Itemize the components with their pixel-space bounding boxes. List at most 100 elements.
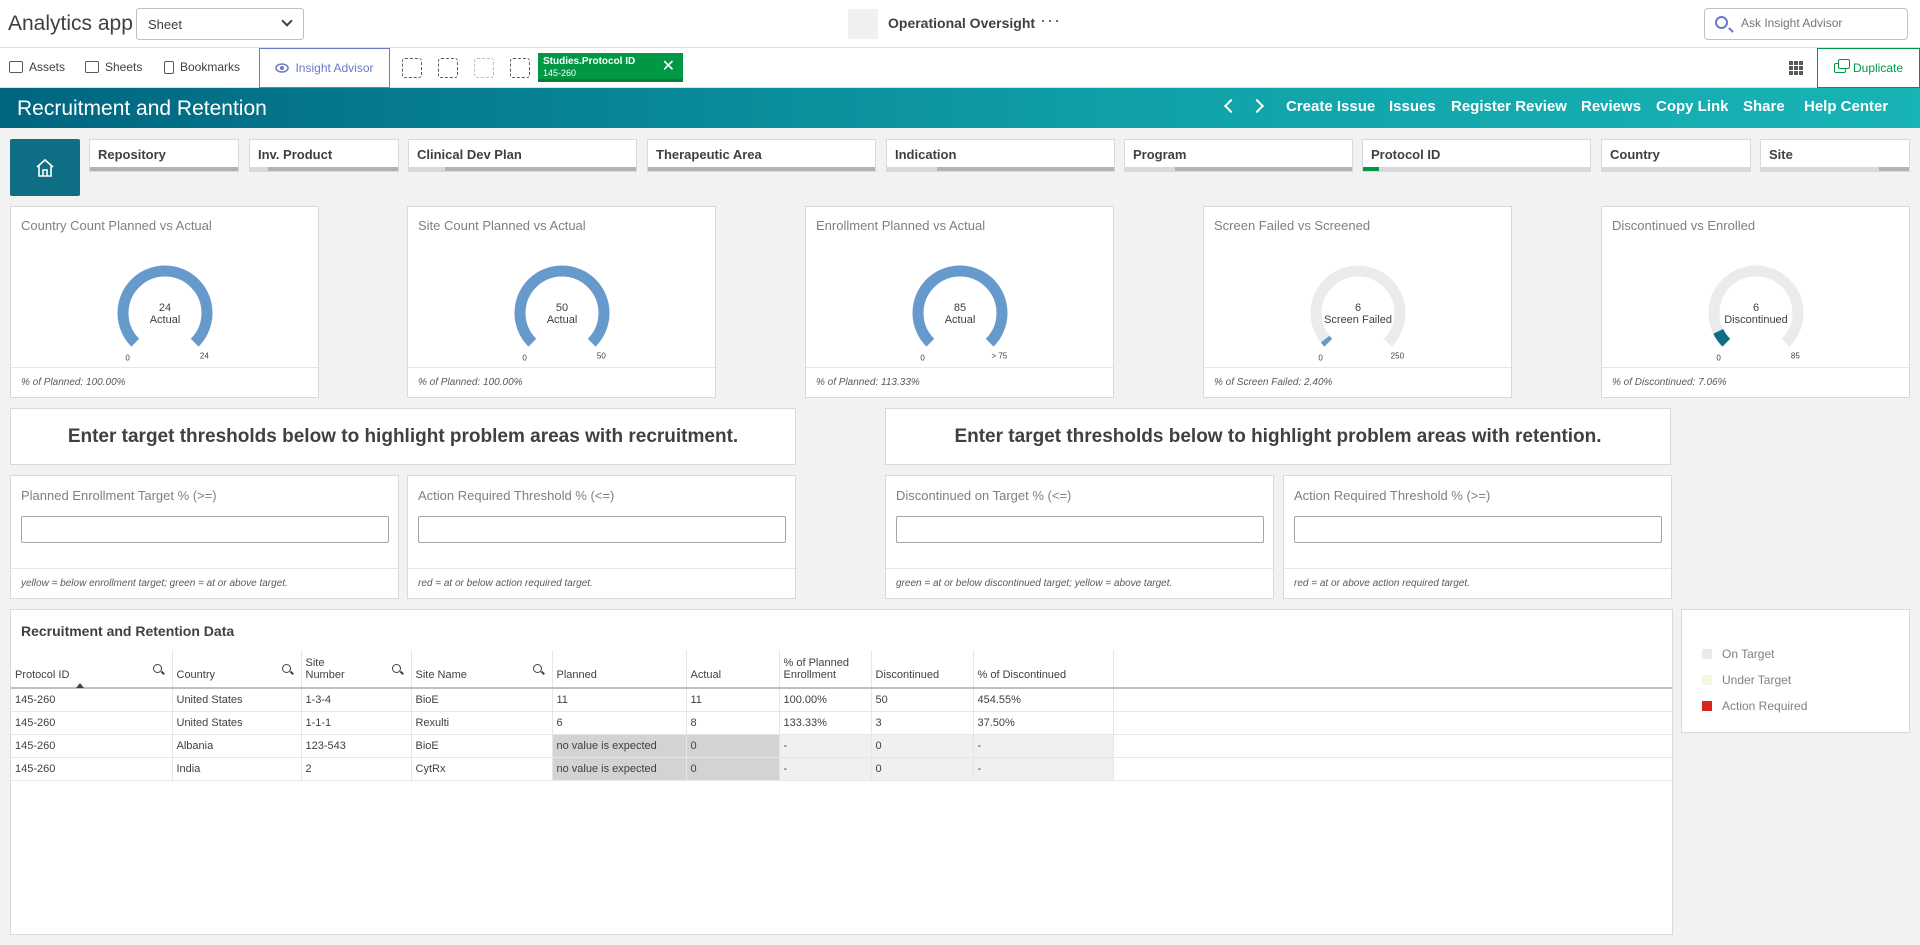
cell-protocol-id[interactable]: 145-260 (11, 711, 173, 735)
retention-action-threshold-input[interactable] (1294, 516, 1662, 543)
step-forward-icon[interactable] (474, 58, 494, 78)
cell-country[interactable]: United States (172, 711, 302, 735)
cell-spacer (1113, 757, 1672, 781)
cell-site-number[interactable]: 2 (301, 757, 412, 781)
sheets-button[interactable]: Sheets (85, 60, 142, 74)
cell-actual: 0 (686, 757, 780, 781)
cell-country[interactable]: India (172, 757, 302, 781)
search-icon[interactable] (391, 664, 401, 673)
search-icon[interactable] (281, 664, 291, 673)
filter-label: Inv. Product (258, 147, 333, 162)
table-row[interactable]: 145-260 India 2 CytRx no value is expect… (11, 757, 1672, 781)
next-sheet-icon[interactable] (1249, 98, 1265, 114)
cell-planned: no value is expected (552, 734, 687, 758)
gauge-max-label: 85 (1791, 351, 1800, 360)
bookmarks-button[interactable]: Bookmarks (164, 60, 240, 74)
sheet-select[interactable]: Sheet (136, 8, 304, 40)
issues-link[interactable]: Issues (1389, 98, 1436, 115)
share-link[interactable]: Share (1743, 98, 1785, 115)
filter-protocol-id[interactable]: Protocol ID (1362, 139, 1591, 172)
legend-swatch (1702, 701, 1712, 711)
col-country[interactable]: Country (172, 650, 302, 689)
kpi-discontinued[interactable]: Discontinued vs Enrolled 6 Discontinued 0 8… (1601, 206, 1910, 398)
close-icon[interactable]: ✕ (662, 56, 675, 76)
filter-bar (409, 167, 636, 171)
col-protocol-id[interactable]: Protocol ID (11, 650, 173, 689)
filter-clinical-dev-plan[interactable]: Clinical Dev Plan (408, 139, 637, 172)
insight-search-input[interactable] (1741, 16, 1901, 30)
register-review-link[interactable]: Register Review (1451, 98, 1567, 115)
legend-swatch (1702, 675, 1712, 685)
gauge-value: 85 (954, 302, 966, 314)
cell-site-name[interactable]: BioE (411, 734, 553, 758)
assets-panel-icon (9, 61, 23, 73)
filter-site[interactable]: Site (1760, 139, 1910, 172)
discontinued-target-input[interactable] (896, 516, 1264, 543)
home-button[interactable] (10, 139, 80, 196)
filter-bar (1602, 167, 1750, 171)
selection-chip[interactable]: Studies.Protocol ID 145-260 ✕ (538, 53, 683, 82)
input-title: Discontinued on Target % (<=) (896, 488, 1072, 503)
discontinued-target-card: Discontinued on Target % (<=) green = at… (885, 475, 1274, 599)
gauge-chart: 24Actual0 24 (117, 265, 213, 362)
previous-sheet-icon[interactable] (1223, 98, 1239, 114)
smart-search-icon[interactable] (402, 58, 422, 78)
gauge-max-label: 50 (597, 351, 606, 360)
kpi-title: Enrollment Planned vs Actual (816, 218, 986, 233)
cell-site-name[interactable]: CytRx (411, 757, 553, 781)
grid-view-icon[interactable] (1789, 61, 1803, 75)
create-issue-link[interactable]: Create Issue (1286, 98, 1375, 115)
kpi-country-count[interactable]: Country Count Planned vs Actual 24 Actual… (10, 206, 319, 398)
filter-program[interactable]: Program (1124, 139, 1353, 172)
col-site-name[interactable]: Site Name (411, 650, 553, 689)
duplicate-button[interactable]: Duplicate (1817, 48, 1920, 88)
col-label: Planned (556, 669, 597, 681)
recruitment-action-threshold-input[interactable] (418, 516, 786, 543)
insight-search-box[interactable] (1704, 8, 1908, 40)
cell-site-name[interactable]: BioE (411, 688, 553, 712)
cell-site-number[interactable]: 123-543 (301, 734, 412, 758)
col-pct-planned-enrollment[interactable]: % of Planned Enrollment (779, 650, 872, 689)
help-center-link[interactable]: Help Center (1804, 98, 1888, 115)
col-site-number[interactable]: Site Number (301, 650, 412, 689)
table-row[interactable]: 145-260 United States 1-1-1 Rexulti 6 8 … (11, 711, 1672, 735)
kpi-site-count[interactable]: Site Count Planned vs Actual 50 Actual 0 50… (407, 206, 716, 398)
step-back-icon[interactable] (438, 58, 458, 78)
filter-indication[interactable]: Indication (886, 139, 1115, 172)
table-row[interactable]: 145-260 United States 1-3-4 BioE 11 11 1… (11, 688, 1672, 712)
kpi-enrollment[interactable]: Enrollment Planned vs Actual 85 Actual 0 > … (805, 206, 1114, 398)
table-row[interactable]: 145-260 Albania 123-543 BioE no value is… (11, 734, 1672, 758)
filter-therapeutic-area[interactable]: Therapeutic Area (647, 139, 876, 172)
gauge-value: 24 (159, 302, 171, 314)
cell-country[interactable]: Albania (172, 734, 302, 758)
copy-link-link[interactable]: Copy Link (1656, 98, 1729, 115)
kpi-screen-failed[interactable]: Screen Failed vs Screened 6 Screen Failed… (1203, 206, 1512, 398)
cell-site-number[interactable]: 1-1-1 (301, 711, 412, 735)
kpi-footer: % of Planned: 113.33% (806, 367, 1113, 397)
cell-country[interactable]: United States (172, 688, 302, 712)
filter-inv-product[interactable]: Inv. Product (249, 139, 399, 172)
col-actual[interactable]: Actual (686, 650, 780, 689)
search-icon[interactable] (152, 664, 162, 673)
filter-country[interactable]: Country (1601, 139, 1751, 172)
clear-selections-icon[interactable] (510, 58, 530, 78)
col-planned[interactable]: Planned (552, 650, 687, 689)
input-footer: yellow = below enrollment target; green … (11, 568, 398, 598)
col-pct-discontinued[interactable]: % of Discontinued (973, 650, 1114, 689)
cell-pct-discontinued: 37.50% (973, 711, 1114, 735)
cell-protocol-id[interactable]: 145-260 (11, 757, 173, 781)
search-icon (1715, 16, 1728, 29)
reviews-link[interactable]: Reviews (1581, 98, 1641, 115)
col-discontinued[interactable]: Discontinued (871, 650, 974, 689)
cell-protocol-id[interactable]: 145-260 (11, 734, 173, 758)
cell-protocol-id[interactable]: 145-260 (11, 688, 173, 712)
assets-button[interactable]: Assets (9, 60, 65, 74)
insight-advisor-button[interactable]: Insight Advisor (259, 48, 390, 88)
planned-enrollment-target-input[interactable] (21, 516, 389, 543)
cell-site-number[interactable]: 1-3-4 (301, 688, 412, 712)
cell-site-name[interactable]: Rexulti (411, 711, 553, 735)
filter-repository[interactable]: Repository (89, 139, 239, 172)
search-icon[interactable] (532, 664, 542, 673)
more-options-icon[interactable]: ··· (1040, 10, 1061, 31)
data-table: Protocol ID Country Site Number Site Nam… (11, 650, 1672, 781)
